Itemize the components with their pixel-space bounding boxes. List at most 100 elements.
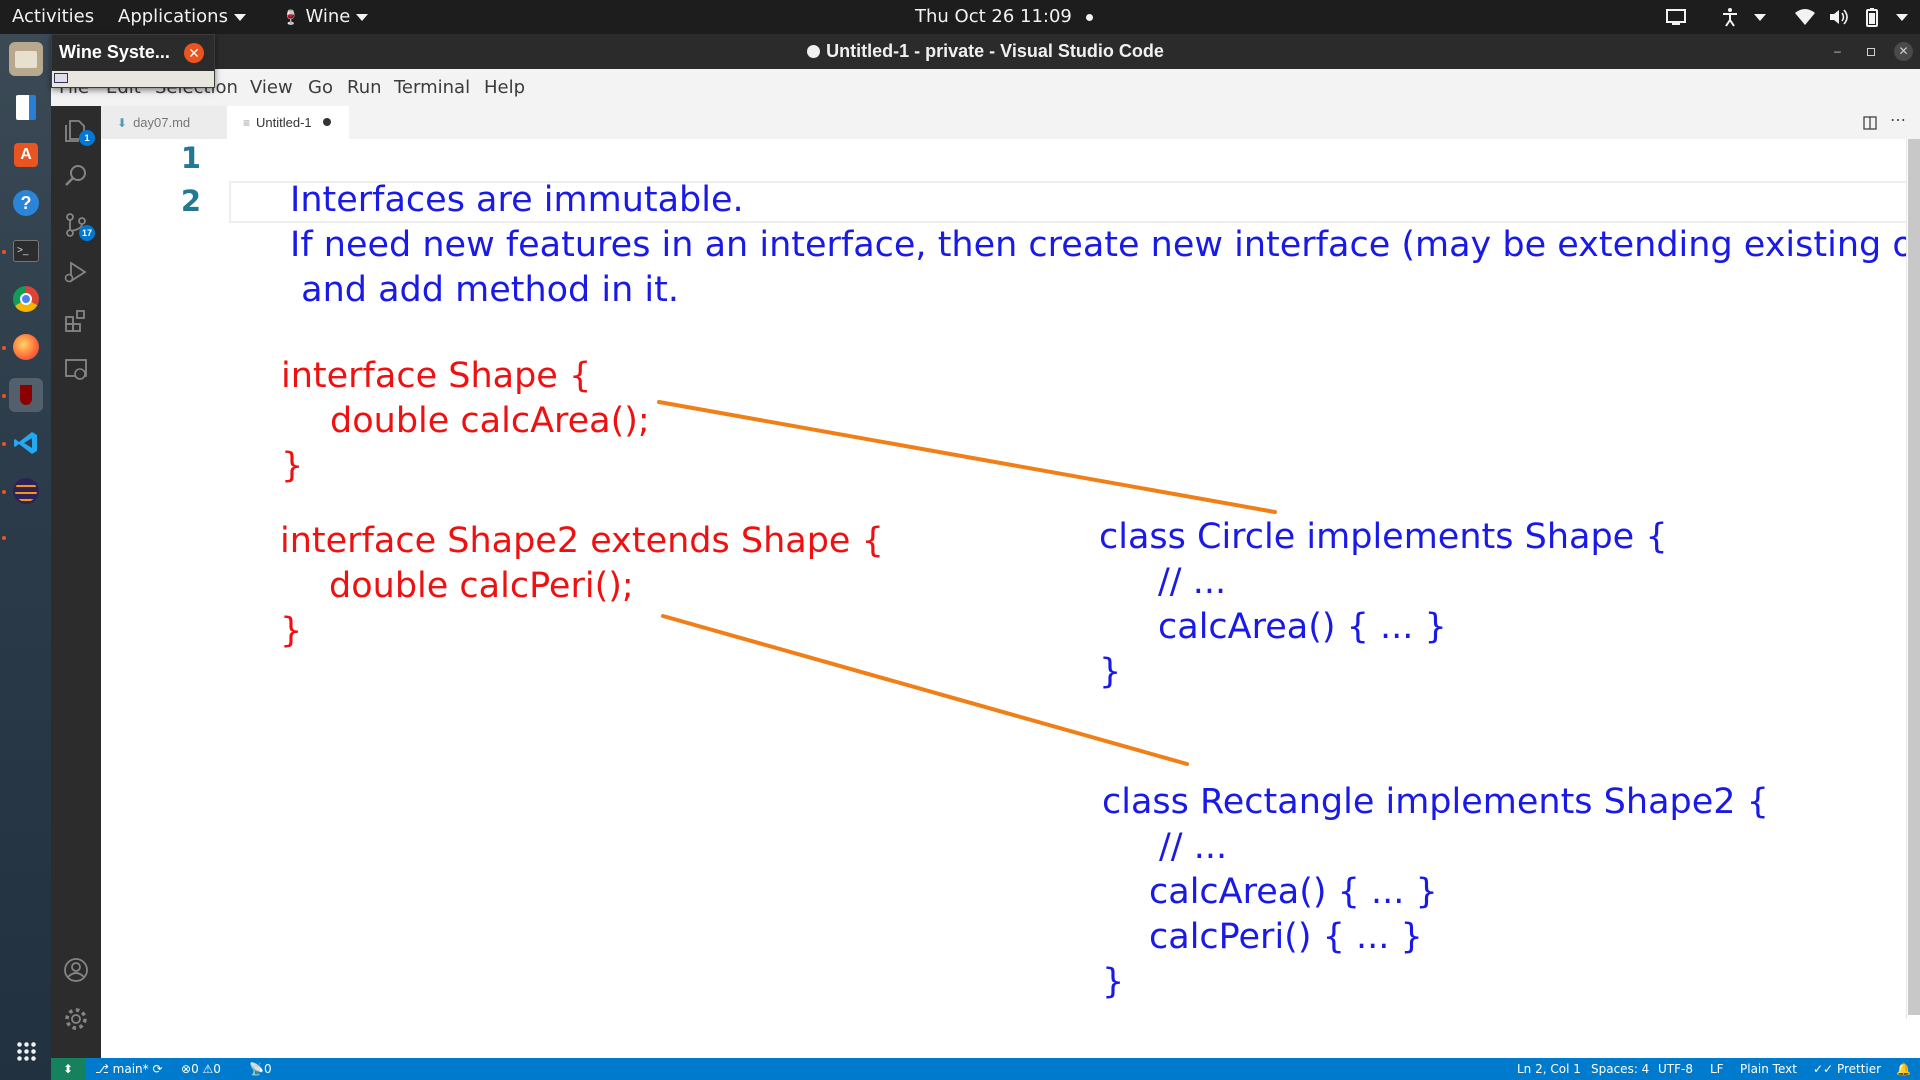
running-indicator-icon xyxy=(2,250,6,254)
close-icon: ✕ xyxy=(1898,44,1909,58)
wine-system-tray-popup[interactable]: Wine Syste... ✕ xyxy=(51,34,215,88)
folder-icon xyxy=(15,50,37,68)
wine-glass-icon: 🍷 xyxy=(282,10,300,26)
applications-label: Applications xyxy=(118,6,228,27)
files-icon[interactable] xyxy=(9,42,43,76)
menu-run[interactable]: Run xyxy=(347,69,382,106)
tab-untitled-1[interactable]: ≡ Untitled-1 xyxy=(227,106,349,139)
status-bar: ⬍ ⎇ main* ⟳ ⊗0 ⚠0 📡0 Ln 2, Col 1 Spaces:… xyxy=(51,1058,1920,1080)
settings-gear-icon[interactable] xyxy=(63,1006,89,1032)
vscode-logo-icon xyxy=(14,432,37,454)
writer-icon[interactable] xyxy=(9,90,43,124)
git-branch-icon: ⎇ xyxy=(95,1062,113,1076)
show-apps-icon[interactable] xyxy=(9,1034,43,1068)
encoding-status[interactable]: UTF-8 xyxy=(1658,1058,1693,1080)
minimize-button[interactable]: – xyxy=(1828,42,1847,61)
source-control-badge: 17 xyxy=(79,225,95,241)
wine-dock-icon[interactable] xyxy=(9,378,43,412)
running-indicator-icon xyxy=(2,490,6,494)
maximize-button[interactable] xyxy=(1861,42,1880,61)
help-icon[interactable]: ? xyxy=(9,186,43,220)
document-icon xyxy=(16,94,36,120)
accessibility-icon[interactable] xyxy=(1720,7,1740,27)
gnome-top-bar: Activities Applications 🍷 Wine Thu Oct 26… xyxy=(0,0,1920,34)
chrome-icon[interactable] xyxy=(9,282,43,316)
wine-app-label: Wine xyxy=(305,6,351,27)
explorer-badge: 1 xyxy=(79,130,95,146)
window-titlebar[interactable]: Untitled-1 - private - Visual Studio Cod… xyxy=(51,34,1920,69)
chevron-down-icon xyxy=(1754,14,1766,21)
branch-status[interactable]: ⎇ main* ⟳ xyxy=(95,1058,163,1080)
error-count: 0 xyxy=(191,1062,199,1076)
tab-day07-md[interactable]: ⬇ day07.md xyxy=(101,106,227,139)
menu-bar: File Edit Selection View Go Run Terminal… xyxy=(51,69,1920,106)
menu-go[interactable]: Go xyxy=(308,69,333,106)
error-icon: ⊗ xyxy=(181,1062,192,1076)
running-indicator-icon xyxy=(2,346,6,350)
question-icon: ? xyxy=(13,190,39,216)
vscode-icon[interactable] xyxy=(9,426,43,460)
volume-icon[interactable] xyxy=(1828,7,1848,27)
accounts-icon[interactable] xyxy=(63,957,89,983)
close-button[interactable]: ✕ xyxy=(1894,42,1913,61)
applications-menu[interactable]: Applications xyxy=(118,0,246,34)
window-title: Untitled-1 - private - Visual Studio Cod… xyxy=(51,34,1920,69)
prettier-label: Prettier xyxy=(1836,1062,1882,1076)
battery-icon[interactable] xyxy=(1862,7,1882,27)
editor-area[interactable]: 1 2 Interfaces are immutable. If need ne… xyxy=(101,139,1920,1058)
clock[interactable]: Thu Oct 26 11:09 xyxy=(915,0,1093,34)
more-actions-icon[interactable]: ⋯ xyxy=(1890,110,1906,130)
monitor-icon xyxy=(54,73,68,83)
indentation-status[interactable]: Spaces: 4 xyxy=(1591,1058,1649,1080)
terminal-icon[interactable]: >_ xyxy=(9,234,43,268)
search-icon[interactable] xyxy=(63,163,89,189)
notifications-bell-icon[interactable]: 🔔 xyxy=(1896,1058,1911,1080)
tab-label: day07.md xyxy=(133,115,191,130)
chevron-down-icon xyxy=(1896,14,1908,21)
remote-explorer-icon[interactable] xyxy=(63,357,89,383)
split-editor-icon[interactable] xyxy=(1863,116,1877,130)
notification-dot-icon xyxy=(1085,13,1093,21)
broadcast-icon: 📡 xyxy=(249,1062,264,1076)
wifi-icon[interactable] xyxy=(1795,7,1815,27)
vertical-scrollbar[interactable] xyxy=(1906,139,1920,1019)
cursor-position[interactable]: Ln 2, Col 1 xyxy=(1517,1058,1581,1080)
text-file-icon: ≡ xyxy=(243,116,251,130)
extensions-icon[interactable] xyxy=(63,308,89,334)
wine-tray-strip xyxy=(52,71,214,87)
grid-icon xyxy=(16,1041,36,1061)
scrollbar-thumb[interactable] xyxy=(1908,139,1920,1015)
terminal-glyph-icon: >_ xyxy=(13,240,39,262)
wine-popup-close-button[interactable]: ✕ xyxy=(184,43,204,63)
screen-share-icon[interactable] xyxy=(1666,7,1686,27)
eclipse-icon[interactable] xyxy=(9,474,43,508)
chevron-down-icon xyxy=(233,13,246,21)
eol-status[interactable]: LF xyxy=(1710,1058,1724,1080)
menu-help[interactable]: Help xyxy=(484,69,525,106)
chevron-down-icon xyxy=(356,13,369,21)
menu-terminal[interactable]: Terminal xyxy=(394,69,470,106)
prettier-status[interactable]: ✓✓ Prettier xyxy=(1813,1058,1881,1080)
running-indicator-icon xyxy=(2,394,6,398)
problems-status[interactable]: ⊗0 ⚠0 xyxy=(181,1058,221,1080)
firefox-icon[interactable] xyxy=(9,330,43,364)
wine-app-menu[interactable]: 🍷 Wine xyxy=(282,0,369,34)
chrome-logo-icon xyxy=(13,286,39,312)
run-debug-icon[interactable] xyxy=(63,259,89,285)
minimize-icon: – xyxy=(1834,44,1841,58)
activities-button[interactable]: Activities xyxy=(12,0,94,34)
language-mode[interactable]: Plain Text xyxy=(1740,1058,1797,1080)
annotation-layer xyxy=(657,400,1277,766)
firefox-logo-icon xyxy=(13,334,39,360)
wine-glass-icon xyxy=(20,385,32,405)
menu-view[interactable]: View xyxy=(250,69,293,106)
remote-indicator[interactable]: ⬍ xyxy=(51,1058,85,1080)
running-indicator-icon xyxy=(2,442,6,446)
double-check-icon: ✓✓ xyxy=(1813,1062,1837,1076)
modified-dot-icon[interactable] xyxy=(322,118,331,126)
software-center-icon[interactable]: A xyxy=(9,138,43,172)
ubuntu-dock: A ? >_ xyxy=(0,34,51,1080)
ports-status[interactable]: 📡0 xyxy=(249,1058,272,1080)
activity-bar: 1 17 xyxy=(51,106,101,1058)
markdown-file-icon: ⬇ xyxy=(117,116,128,130)
